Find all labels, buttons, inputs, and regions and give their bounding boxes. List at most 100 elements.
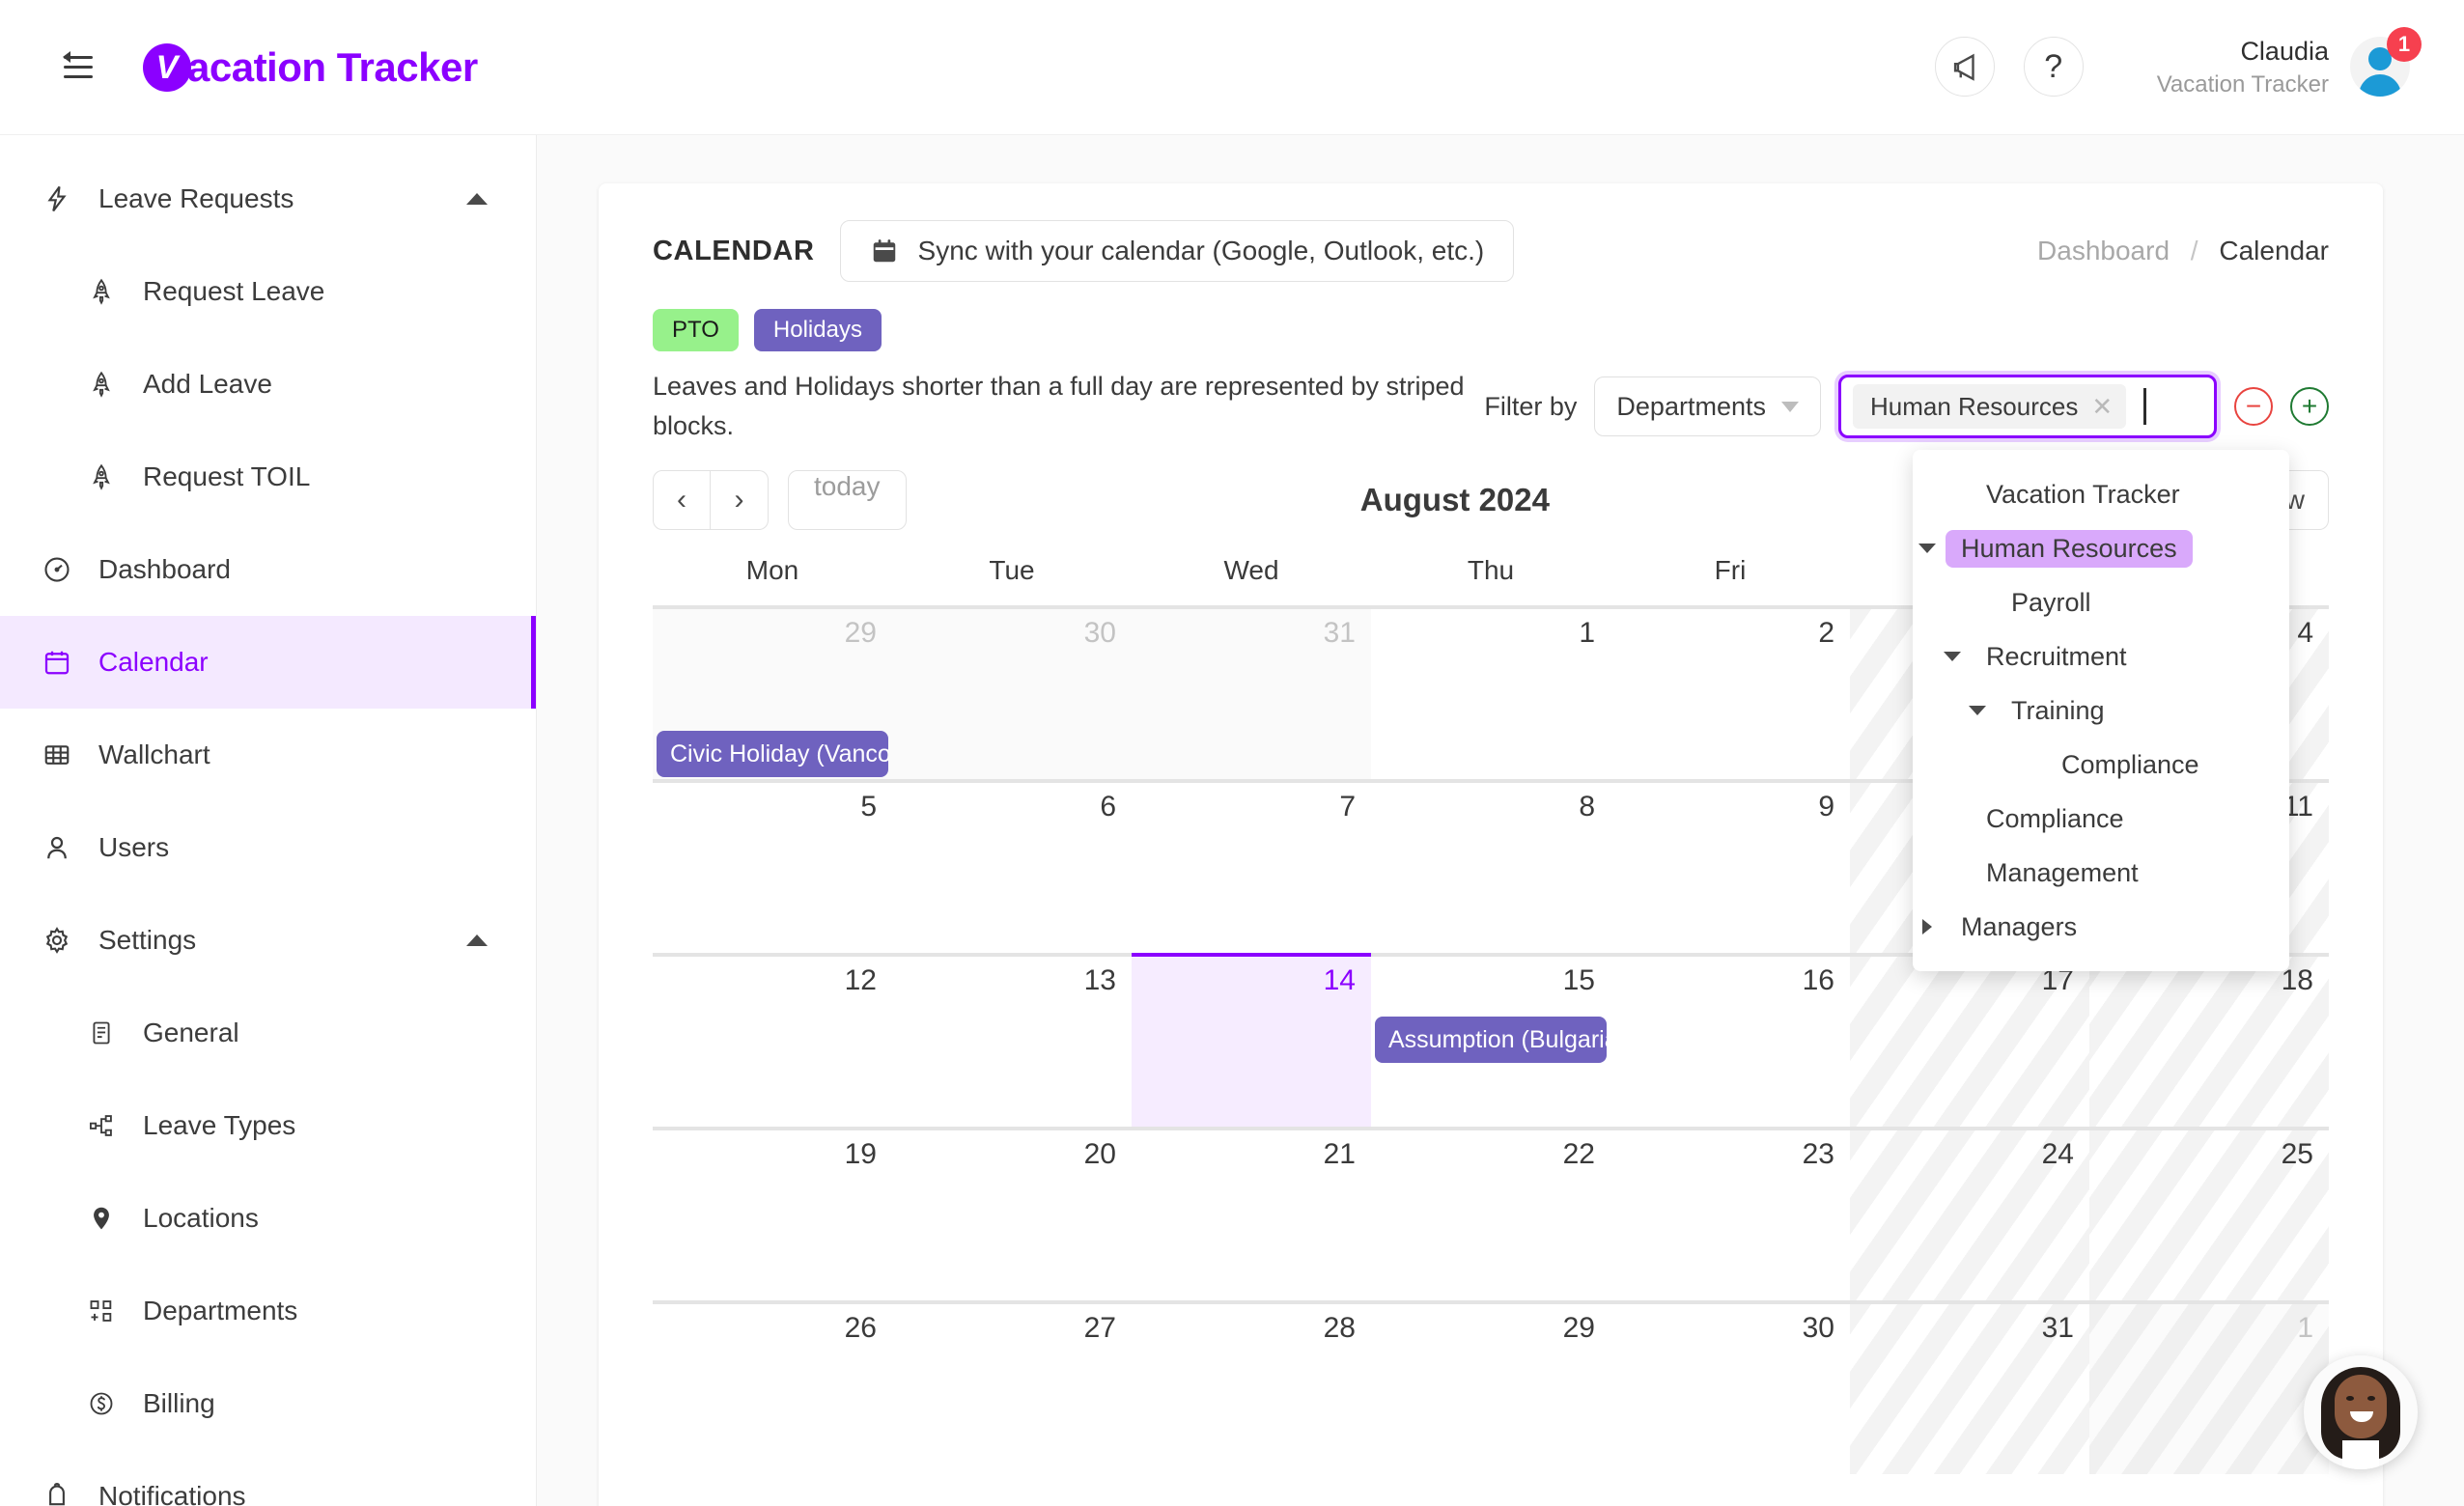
sidebar-item-notifications[interactable]: Notifications	[0, 1450, 536, 1506]
remove-filter-button[interactable]: −	[2234, 387, 2273, 426]
legend-tag-pto[interactable]: PTO	[653, 309, 739, 351]
dropdown-option-compliance[interactable]: Compliance	[1913, 738, 2289, 792]
calendar-day-cell[interactable]: 12	[653, 953, 892, 1127]
sidebar-item-request-toil[interactable]: Request TOIL	[0, 431, 536, 523]
calendar-day-cell[interactable]: 23	[1610, 1127, 1850, 1300]
support-chat-button[interactable]	[2304, 1355, 2418, 1469]
filter-type-select[interactable]: Departments	[1594, 376, 1821, 436]
sidebar-item-add-leave[interactable]: Add Leave	[0, 338, 536, 431]
sidebar-item-wallchart[interactable]: Wallchart	[0, 709, 536, 801]
calendar-event[interactable]: Civic Holiday (Vancou	[657, 731, 888, 777]
calendar-day-cell[interactable]: 31	[1132, 605, 1371, 779]
help-button[interactable]: ?	[2023, 37, 2084, 98]
sidebar-item-calendar[interactable]: Calendar	[0, 616, 536, 709]
filter-chip-human-resources[interactable]: Human Resources ✕	[1853, 384, 2127, 429]
day-number: 31	[1323, 617, 1356, 649]
calendar-day-cell[interactable]: 29	[1371, 1300, 1610, 1474]
day-number: 30	[1802, 1312, 1834, 1344]
sidebar-item-departments[interactable]: Departments	[0, 1265, 536, 1357]
calendar-day-cell[interactable]: 13	[892, 953, 1132, 1127]
sidebar-item-leave-requests[interactable]: Leave Requests	[0, 153, 536, 245]
chevron-up-icon[interactable]	[466, 193, 488, 205]
calendar-day-cell[interactable]: 8	[1371, 779, 1610, 953]
calendar-event[interactable]: Assumption (Bulgaria	[1375, 1017, 1607, 1063]
chevron-down-icon[interactable]	[1938, 652, 1967, 661]
calendar-day-cell[interactable]: 21	[1132, 1127, 1371, 1300]
sidebar-item-settings[interactable]: Settings	[0, 894, 536, 987]
dropdown-option-human-resources[interactable]: Human Resources	[1913, 521, 2289, 575]
sidebar-item-billing[interactable]: Billing	[0, 1357, 536, 1450]
calendar-day-cell[interactable]: 22	[1371, 1127, 1610, 1300]
sidebar-item-users[interactable]: Users	[0, 801, 536, 894]
calendar-day-cell[interactable]: 7	[1132, 779, 1371, 953]
avatar[interactable]: 1	[2350, 27, 2422, 98]
calendar-day-cell[interactable]: 2	[1610, 605, 1850, 779]
day-number: 16	[1802, 964, 1834, 996]
chevron-down-icon[interactable]	[1913, 544, 1942, 553]
calendar-day-cell[interactable]: 17	[1850, 953, 2089, 1127]
chevron-up-icon[interactable]	[466, 934, 488, 946]
dropdown-option-vacation-tracker[interactable]: Vacation Tracker	[1913, 467, 2289, 521]
announcements-button[interactable]	[1934, 37, 1995, 98]
calendar-day-cell[interactable]: 1	[1371, 605, 1610, 779]
chevron-down-icon[interactable]	[1963, 706, 1992, 715]
user-menu[interactable]: Claudia Vacation Tracker 1	[2157, 27, 2422, 100]
day-number: 1	[1579, 617, 1595, 649]
sidebar-item-label: Wallchart	[98, 739, 210, 769]
dropdown-option-training[interactable]: Training	[1913, 683, 2289, 738]
month-navigation: ‹ ›	[653, 470, 769, 530]
calendar-icon	[41, 646, 73, 679]
sidebar-item-general[interactable]: General	[0, 987, 536, 1079]
calendar-day-cell[interactable]: 5 Civic Holiday (Vancou	[653, 731, 892, 953]
dropdown-option-payroll[interactable]: Payroll	[1913, 575, 2289, 629]
bell-icon	[41, 1480, 73, 1506]
calendar-day-cell[interactable]: 18	[2089, 953, 2329, 1127]
calendar-day-cell[interactable]: 25	[2089, 1127, 2329, 1300]
calendar-day-cell[interactable]: 16	[1610, 953, 1850, 1127]
calendar-day-cell[interactable]: 30	[1610, 1300, 1850, 1474]
calendar-description: Leaves and Holidays shorter than a full …	[653, 372, 1465, 440]
close-x-icon[interactable]: ✕	[2091, 392, 2113, 422]
day-number: 19	[844, 1138, 877, 1170]
today-button[interactable]: today	[788, 470, 907, 530]
sync-calendar-button[interactable]: Sync with your calendar (Google, Outlook…	[839, 220, 1515, 282]
sidebar-item-label: Calendar	[98, 647, 209, 677]
department-dropdown-menu[interactable]: Vacation Tracker Human Resources Payroll Re…	[1913, 450, 2289, 971]
calendar-day-cell[interactable]: 14	[1132, 953, 1371, 1127]
calendar-day-cell[interactable]: 15 Assumption (Bulgaria	[1371, 953, 1610, 1127]
sidebar-collapse-icon[interactable]	[50, 46, 93, 89]
sidebar-item-locations[interactable]: Locations	[0, 1172, 536, 1265]
breadcrumb-dashboard[interactable]: Dashboard	[2037, 236, 2170, 265]
calendar-day-cell[interactable]: 24	[1850, 1127, 2089, 1300]
app-logo[interactable]: V acation Tracker	[143, 42, 478, 92]
calendar-day-cell[interactable]: 6	[892, 779, 1132, 953]
calendar-day-cell[interactable]: 27	[892, 1300, 1132, 1474]
calendar-day-cell[interactable]: 30	[892, 605, 1132, 779]
sitemap-icon	[85, 1109, 118, 1142]
calendar-day-cell[interactable]: 28	[1132, 1300, 1371, 1474]
chevron-left-icon: ‹	[677, 484, 686, 516]
dropdown-option-label: Training	[2011, 695, 2105, 725]
chevron-down-icon	[1781, 401, 1799, 412]
sidebar-item-request-leave[interactable]: Request Leave	[0, 245, 536, 338]
sidebar-item-dashboard[interactable]: Dashboard	[0, 523, 536, 616]
sidebar-item-leave-types[interactable]: Leave Types	[0, 1079, 536, 1172]
dropdown-option-managers[interactable]: Managers	[1913, 900, 2289, 954]
calendar-day-cell[interactable]: 9	[1610, 779, 1850, 953]
dropdown-option-compliance[interactable]: Compliance	[1913, 792, 2289, 846]
calendar-day-cell[interactable]: 19	[653, 1127, 892, 1300]
calendar-day-cell[interactable]: 26	[653, 1300, 892, 1474]
add-filter-button[interactable]: +	[2290, 387, 2329, 426]
prev-month-button[interactable]: ‹	[653, 470, 711, 530]
day-number: 7	[1339, 791, 1356, 823]
calendar-day-cell[interactable]: 31	[1850, 1300, 2089, 1474]
chevron-right-icon[interactable]	[1913, 919, 1942, 934]
filter-value-multiselect[interactable]: Human Resources ✕	[1838, 375, 2217, 438]
next-month-button[interactable]: ›	[711, 470, 769, 530]
dropdown-option-management[interactable]: Management	[1913, 846, 2289, 900]
calendar-day-cell[interactable]: 20	[892, 1127, 1132, 1300]
dropdown-option-recruitment[interactable]: Recruitment	[1913, 629, 2289, 683]
rocket-icon	[85, 460, 118, 493]
calendar-day-cell[interactable]: 1	[2089, 1300, 2329, 1474]
legend-tag-holidays[interactable]: Holidays	[753, 309, 882, 351]
